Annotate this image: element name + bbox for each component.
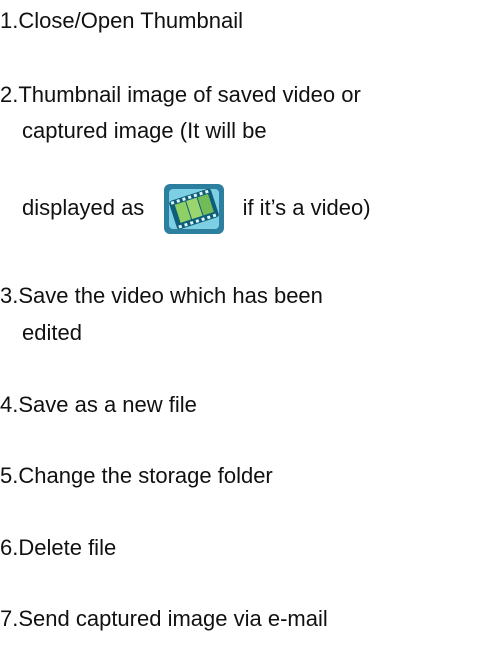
item-text: displayed as <box>22 194 145 220</box>
item-1: 1.Close/Open Thumbnail <box>0 10 243 32</box>
item-text: captured image (It will be <box>22 118 267 143</box>
item-text: Delete file <box>18 535 117 560</box>
item-number: 1. <box>0 8 19 33</box>
item-number: 3. <box>0 283 19 308</box>
item-2-line-2: captured image (It will be <box>22 120 267 142</box>
item-5: 5.Change the storage folder <box>0 465 273 487</box>
item-text: edited <box>22 320 82 345</box>
item-4: 4.Save as a new file <box>0 394 197 416</box>
item-text: Thumbnail image of saved video or <box>18 82 361 107</box>
item-text: Send captured image via e-mail <box>18 606 328 631</box>
item-7: 7.Send captured image via e-mail <box>0 608 328 630</box>
item-number: 2. <box>0 82 19 107</box>
item-6: 6.Delete file <box>0 537 116 559</box>
item-2-line-3: displayed as if it’s a video) <box>22 181 371 237</box>
item-number: 4. <box>0 392 19 417</box>
video-film-icon <box>162 181 226 237</box>
item-2-line-1: 2.Thumbnail image of saved video or <box>0 84 361 106</box>
item-text: if it’s a video) <box>242 194 371 220</box>
item-number: 6. <box>0 535 19 560</box>
item-text: Change the storage folder <box>18 463 273 488</box>
item-text: Save as a new file <box>18 392 197 417</box>
item-number: 7. <box>0 606 19 631</box>
item-text: Save the video which has been <box>18 283 323 308</box>
item-number: 5. <box>0 463 19 488</box>
item-3-line-1: 3.Save the video which has been <box>0 285 323 307</box>
item-3-line-2: edited <box>22 322 82 344</box>
item-text: Close/Open Thumbnail <box>18 8 243 33</box>
